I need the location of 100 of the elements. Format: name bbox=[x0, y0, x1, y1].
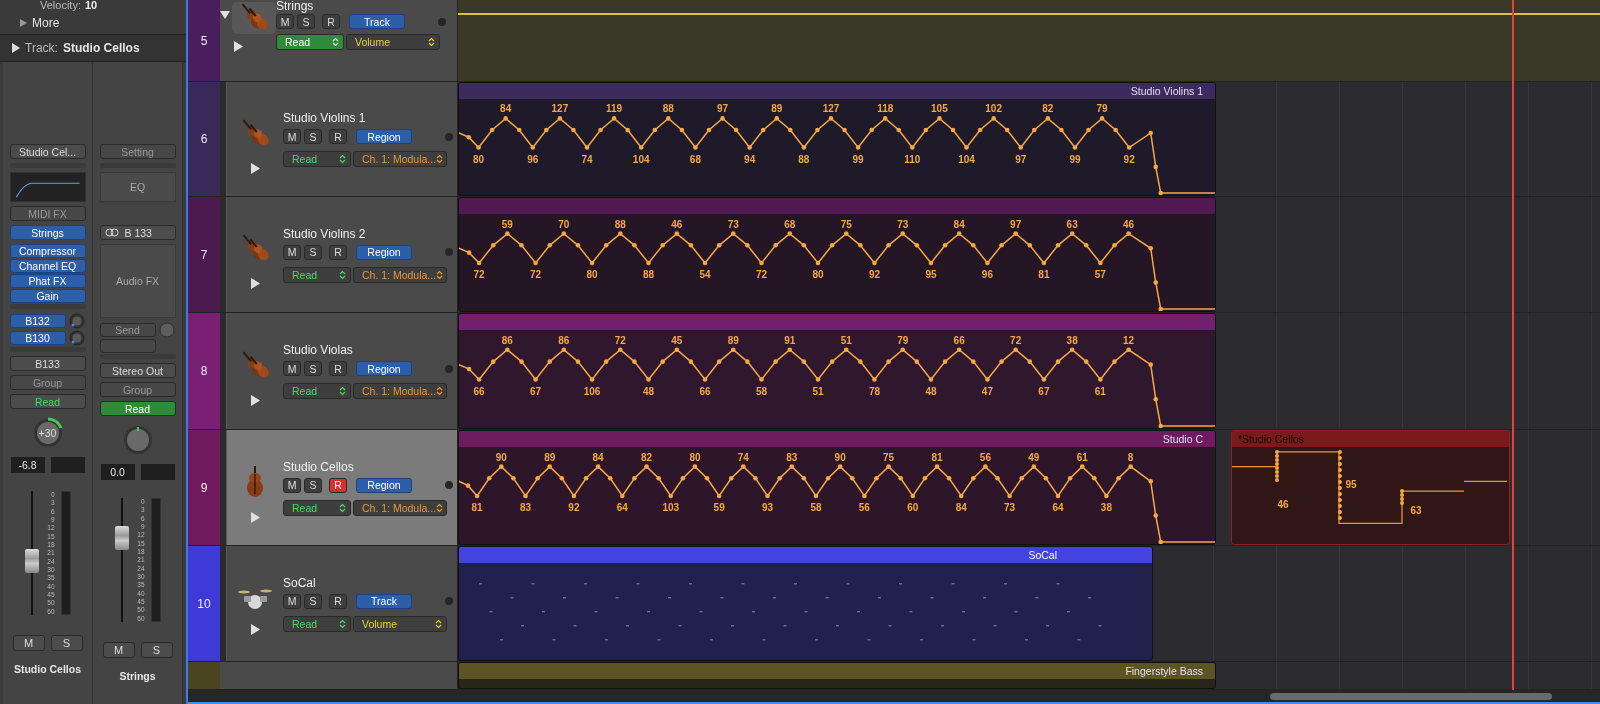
pan-knob[interactable]: +30 bbox=[31, 417, 64, 449]
automation-target-button[interactable]: Region bbox=[356, 244, 412, 260]
mute-button[interactable]: M bbox=[283, 593, 301, 609]
input-monitor-dot[interactable] bbox=[445, 364, 453, 373]
automation-parameter-dropdown[interactable]: Ch. 1: Modula... bbox=[353, 151, 447, 167]
play-icon[interactable] bbox=[250, 394, 260, 406]
disclosure-triangle-icon[interactable] bbox=[220, 10, 230, 20]
mute-button[interactable]: M bbox=[283, 244, 301, 260]
midi-region[interactable]: 66 86 67 86 106 72 48 45 66 89 58 91 51 51 78 79 48 66 47 72 67 38 61 12 bbox=[458, 313, 1216, 429]
midi-region[interactable]: 72 59 72 70 80 88 88 46 54 73 72 68 80 75 92 73 95 84 96 97 81 63 57 46 bbox=[458, 197, 1216, 312]
play-icon[interactable] bbox=[250, 624, 260, 635]
instrument-slot[interactable]: Strings bbox=[9, 225, 86, 240]
input-monitor-dot[interactable] bbox=[445, 481, 453, 489]
plugin-slot[interactable]: Compressor bbox=[9, 244, 86, 258]
midi-fx-slot[interactable]: MIDI FX bbox=[9, 206, 86, 221]
more-label[interactable]: More bbox=[32, 16, 60, 30]
mute-button[interactable]: M bbox=[276, 14, 294, 29]
region-header[interactable]: Studio C bbox=[459, 431, 1215, 447]
send-knob[interactable] bbox=[68, 330, 85, 346]
record-button[interactable]: R bbox=[329, 244, 347, 260]
region-header[interactable]: SoCal bbox=[459, 547, 1152, 563]
automation-mode-dropdown[interactable]: Read bbox=[283, 383, 351, 399]
track-header[interactable]: Studio Violins 2 M S R Region Read Ch. 1: Modula... bbox=[226, 197, 458, 312]
solo-button[interactable]: S bbox=[304, 477, 322, 493]
channel-toggle-button[interactable]: M bbox=[102, 642, 135, 658]
channel-toggle-button[interactable]: M bbox=[12, 635, 45, 651]
input-monitor-dot[interactable] bbox=[438, 17, 446, 26]
input-monitor-dot[interactable] bbox=[445, 597, 453, 605]
automation-target-button[interactable]: Region bbox=[356, 361, 412, 376]
automation-parameter-dropdown[interactable]: Ch. 1: Modula... bbox=[353, 499, 447, 516]
automation-target-button[interactable]: Track bbox=[349, 14, 405, 29]
volume-fader[interactable] bbox=[114, 498, 129, 622]
channel-toggle-button[interactable]: S bbox=[140, 642, 173, 658]
automation-parameter-dropdown[interactable]: Volume bbox=[346, 34, 440, 50]
midi-region[interactable]: Studio C 81 90 83 89 92 84 64 82 103 80 59 74 93 83 58 90 56 75 60 81 84 56 73 49 64 61 38 8 bbox=[458, 430, 1216, 545]
horizontal-scrollbar[interactable] bbox=[1270, 692, 1552, 700]
output-slot[interactable]: Stereo Out bbox=[99, 363, 176, 378]
midi-region[interactable]: Studio Violins 1 80 84 96 127 74 119 104 88 68 97 94 89 88 127 99 118 110 105 104 102 97 82 99 79 92 bbox=[458, 82, 1216, 196]
automation-mode-dropdown[interactable]: Read bbox=[283, 151, 351, 167]
input-monitor-dot[interactable] bbox=[445, 248, 453, 256]
fader-thumb[interactable] bbox=[24, 549, 39, 573]
midi-region[interactable]: Fingerstyle Bass bbox=[458, 662, 1216, 689]
mute-button[interactable]: M bbox=[283, 361, 301, 376]
automation-parameter-dropdown[interactable]: Volume bbox=[353, 615, 447, 632]
play-icon[interactable] bbox=[234, 41, 243, 52]
audio-fx-slot[interactable]: Audio FX bbox=[99, 244, 176, 318]
solo-button[interactable]: S bbox=[297, 14, 315, 29]
setting-button[interactable]: Setting bbox=[99, 144, 176, 159]
send-slot[interactable]: B130 bbox=[9, 331, 66, 345]
record-button[interactable]: R bbox=[322, 14, 340, 29]
track-header[interactable]: Studio Violas M S R Region Read Ch. 1: Modula... bbox=[226, 313, 458, 429]
play-icon[interactable] bbox=[250, 512, 260, 523]
send-slot[interactable]: B132 bbox=[9, 314, 66, 328]
track-header[interactable]: SoCal M S R Track Read Volume bbox=[226, 546, 458, 661]
input-slot[interactable]: B 133 bbox=[99, 225, 176, 240]
automation-parameter-dropdown[interactable]: Ch. 1: Modula... bbox=[353, 266, 447, 283]
drummer-region[interactable]: SoCal bbox=[458, 546, 1153, 661]
fader-thumb[interactable] bbox=[114, 526, 129, 550]
channel-toggle-button[interactable]: S bbox=[50, 635, 83, 651]
track-header[interactable]: Strings M S R Track Read Volume bbox=[220, 0, 458, 81]
record-button[interactable]: R bbox=[329, 129, 347, 144]
midi-region[interactable]: *Studio Cellos 46 95 63 bbox=[1231, 430, 1510, 545]
region-header[interactable]: Fingerstyle Bass bbox=[459, 663, 1215, 679]
send-knob[interactable] bbox=[68, 313, 85, 329]
track-header[interactable]: Studio Violins 1 M S R Region Read Ch. 1: Modula... bbox=[226, 82, 458, 196]
plugin-slot[interactable]: Phat FX bbox=[9, 274, 86, 288]
track-header[interactable]: Studio Cellos M S R Region Read Ch. 1: Modula... bbox=[226, 430, 458, 545]
automation-mode-dropdown[interactable]: Read bbox=[283, 615, 351, 632]
output-slot[interactable]: B133 bbox=[9, 356, 86, 371]
group-slot[interactable]: Group bbox=[9, 375, 86, 390]
play-icon[interactable] bbox=[250, 162, 260, 174]
automation-parameter-dropdown[interactable]: Ch. 1: Modula... bbox=[353, 383, 447, 399]
setting-button[interactable]: Studio Cel... bbox=[9, 144, 86, 159]
input-monitor-dot[interactable] bbox=[445, 132, 453, 141]
automation-target-button[interactable]: Track bbox=[356, 593, 412, 609]
record-button[interactable]: R bbox=[329, 593, 347, 609]
eq-slot[interactable]: EQ bbox=[99, 172, 176, 202]
automation-mode-dropdown[interactable]: Read bbox=[276, 34, 344, 50]
solo-button[interactable]: S bbox=[304, 244, 322, 260]
plugin-slot[interactable]: Channel EQ bbox=[9, 259, 86, 273]
solo-button[interactable]: S bbox=[304, 593, 322, 609]
automation-target-button[interactable]: Region bbox=[356, 129, 412, 144]
mute-button[interactable]: M bbox=[283, 477, 301, 493]
play-icon[interactable] bbox=[250, 278, 260, 289]
eq-curve-display[interactable] bbox=[9, 172, 86, 202]
send-slot[interactable]: Send bbox=[99, 323, 156, 337]
automation-mode-dropdown[interactable]: Read bbox=[283, 266, 351, 283]
solo-button[interactable]: S bbox=[304, 129, 322, 144]
record-button[interactable]: R bbox=[329, 477, 347, 493]
send-knob[interactable] bbox=[158, 322, 175, 338]
disclosure-triangle-icon[interactable] bbox=[20, 19, 27, 27]
disclosure-triangle-icon[interactable] bbox=[12, 43, 20, 53]
pan-knob[interactable] bbox=[121, 424, 154, 456]
region-header[interactable]: Studio Violins 1 bbox=[459, 83, 1215, 99]
solo-button[interactable]: S bbox=[304, 361, 322, 376]
record-button[interactable]: R bbox=[329, 361, 347, 376]
group-slot[interactable]: Group bbox=[99, 382, 176, 397]
plugin-slot[interactable]: Gain bbox=[9, 289, 86, 303]
automation-mode-dropdown[interactable]: Read bbox=[283, 499, 351, 516]
volume-fader[interactable] bbox=[24, 491, 39, 615]
